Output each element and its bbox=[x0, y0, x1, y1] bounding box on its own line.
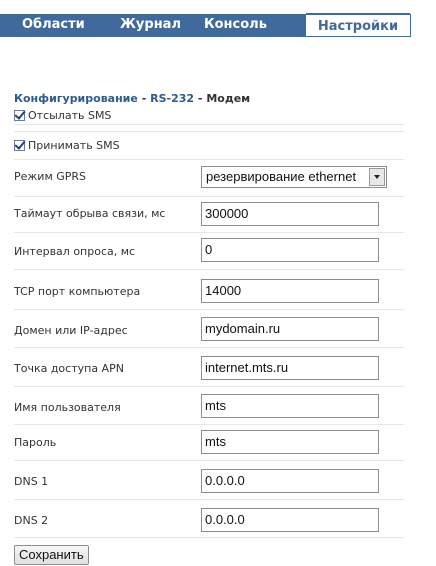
divider bbox=[14, 386, 404, 387]
breadcrumb-current: Модем bbox=[206, 92, 251, 105]
receive-sms-label: Принимать SMS bbox=[28, 138, 120, 152]
divider bbox=[14, 347, 404, 348]
divider bbox=[14, 196, 404, 197]
domain-input[interactable]: mydomain.ru bbox=[201, 317, 379, 341]
tcp-port-input[interactable]: 14000 bbox=[201, 279, 379, 303]
divider bbox=[14, 124, 404, 125]
send-sms-checkbox[interactable] bbox=[14, 107, 26, 121]
tab-bar: Области Журнал Консоль Настройки bbox=[0, 0, 436, 40]
apn-label: Точка доступа APN bbox=[14, 362, 124, 375]
receive-sms-row[interactable]: Принимать SMS bbox=[14, 137, 120, 153]
gprs-mode-value: резервирование ethernet bbox=[206, 169, 357, 184]
tab-underline bbox=[0, 36, 411, 37]
receive-sms-checkbox[interactable] bbox=[14, 137, 26, 151]
divider bbox=[14, 460, 404, 461]
divider bbox=[14, 131, 404, 132]
divider bbox=[14, 424, 404, 425]
dropdown-button[interactable] bbox=[369, 168, 385, 186]
tab-settings[interactable]: Настройки bbox=[306, 13, 410, 37]
divider bbox=[14, 159, 404, 160]
breadcrumb-rs232-link[interactable]: RS-232 bbox=[150, 92, 194, 105]
breadcrumb-config-link[interactable]: Конфигурирование bbox=[14, 92, 138, 105]
check-icon bbox=[14, 137, 26, 150]
divider bbox=[14, 537, 404, 538]
breadcrumb: Конфигурирование - RS-232 - Модем bbox=[14, 92, 250, 106]
gprs-mode-label: Режим GPRS bbox=[14, 170, 87, 183]
timeout-label: Таймаут обрыва связи, мс bbox=[14, 207, 166, 220]
timeout-input[interactable]: 300000 bbox=[201, 202, 379, 226]
domain-label: Домен или IP-адрес bbox=[14, 324, 128, 337]
dns1-label: DNS 1 bbox=[14, 475, 49, 488]
tcp-port-label: TCP порт компьютера bbox=[14, 285, 141, 298]
dns2-input[interactable]: 0.0.0.0 bbox=[201, 508, 379, 532]
tab-journal[interactable]: Журнал bbox=[120, 14, 181, 36]
dns2-label: DNS 2 bbox=[14, 514, 49, 527]
divider bbox=[14, 499, 404, 500]
check-icon bbox=[14, 107, 26, 120]
divider bbox=[14, 309, 404, 310]
dns1-input[interactable]: 0.0.0.0 bbox=[201, 469, 379, 493]
tab-areas[interactable]: Области bbox=[22, 14, 85, 36]
username-label: Имя пользователя bbox=[14, 401, 121, 414]
apn-input[interactable]: internet.mts.ru bbox=[201, 356, 379, 380]
password-label: Пароль bbox=[14, 436, 57, 449]
breadcrumb-separator: - bbox=[141, 92, 147, 105]
poll-interval-input[interactable]: 0 bbox=[201, 238, 379, 262]
save-button[interactable]: Сохранить bbox=[14, 545, 89, 565]
send-sms-row[interactable]: Отсылать SMS bbox=[14, 107, 111, 123]
send-sms-label: Отсылать SMS bbox=[28, 108, 112, 122]
username-input[interactable]: mts bbox=[201, 394, 379, 418]
password-input[interactable]: mts bbox=[201, 430, 379, 454]
gprs-mode-select[interactable]: резервирование ethernet bbox=[201, 166, 387, 188]
tab-console[interactable]: Консоль bbox=[204, 14, 267, 36]
chevron-down-icon bbox=[374, 175, 380, 179]
divider bbox=[14, 269, 404, 270]
divider bbox=[14, 232, 404, 233]
poll-interval-label: Интервал опроса, мс bbox=[14, 245, 136, 258]
